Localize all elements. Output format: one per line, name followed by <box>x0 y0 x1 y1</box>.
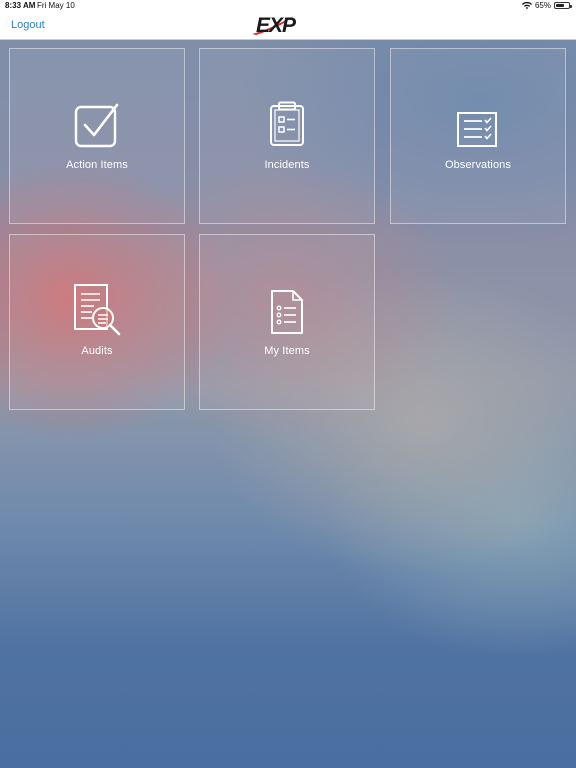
battery-percent: 65% <box>534 1 551 10</box>
checklist-icon <box>457 112 497 147</box>
logout-button[interactable]: Logout <box>11 19 45 31</box>
tile-action-items[interactable]: Action Items <box>9 48 185 224</box>
logo-text: EXP <box>256 14 297 37</box>
status-indicators: 65% <box>521 1 572 10</box>
tile-audits[interactable]: Audits <box>9 234 185 410</box>
battery-level-fill <box>556 4 564 7</box>
document-list-icon <box>271 290 303 334</box>
tile-incidents[interactable]: Incidents <box>199 48 375 224</box>
tile-label: My Items <box>264 345 310 357</box>
navigation-bar: Logout EXP <box>0 12 576 40</box>
tile-observations[interactable]: Observations <box>390 48 566 224</box>
wifi-icon <box>521 1 532 9</box>
tile-label: Incidents <box>264 159 310 171</box>
document-search-icon <box>74 284 121 336</box>
tile-label: Observations <box>444 159 511 171</box>
tile-label: Audits <box>81 345 113 357</box>
status-time: 8:33 AM <box>5 1 36 10</box>
home-screen: 8:33 AM Fri May 10 65% Logout EXP Action… <box>0 0 576 768</box>
tile-label: Action Items <box>66 159 128 171</box>
checkbox-icon <box>74 103 119 148</box>
status-bar: 8:33 AM Fri May 10 65% <box>0 0 576 12</box>
battery-icon <box>554 2 572 9</box>
clipboard-icon <box>270 101 304 146</box>
status-date: Fri May 10 <box>37 1 75 10</box>
exp-logo: EXP <box>252 14 298 37</box>
tile-my-items[interactable]: My Items <box>199 234 375 410</box>
